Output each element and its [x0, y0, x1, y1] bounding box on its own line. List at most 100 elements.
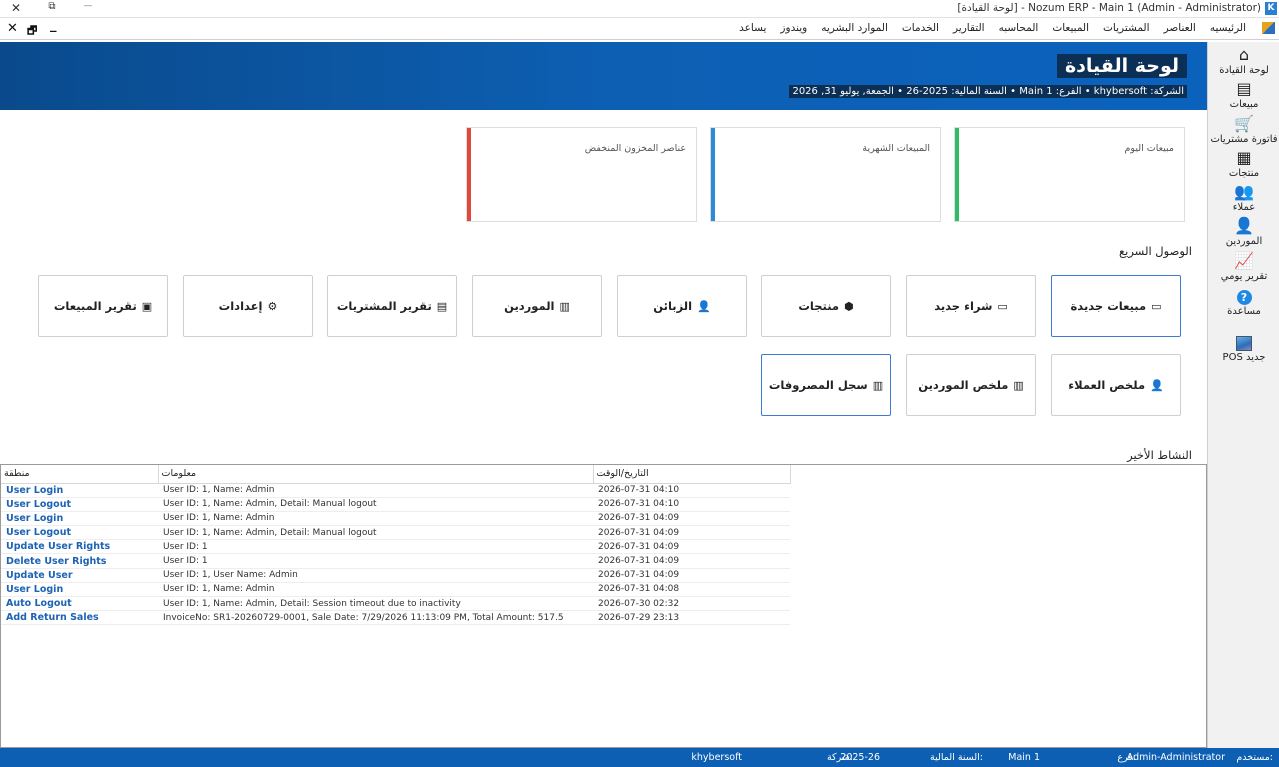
sidebar-item-label: مساعدة: [1227, 306, 1261, 317]
menu-app-icon[interactable]: [1262, 22, 1275, 34]
activity-table: منطقة معلومات التاريخ/الوقت User Login Us…: [1, 465, 791, 626]
sidebar-item[interactable]: 👥 عملاء: [1208, 183, 1279, 214]
column-header-datetime[interactable]: التاريخ/الوقت: [593, 465, 791, 484]
menu-item[interactable]: المبيعات: [1052, 22, 1089, 34]
table-row[interactable]: Add Return Sales InvoiceNo: SR1-20260729-…: [1, 610, 790, 626]
row-area: User Logout: [1, 497, 158, 512]
box-icon: ⬢: [844, 299, 854, 313]
quick-access-label: سجل المصروفات: [768, 378, 868, 392]
quick-access-button[interactable]: ▥ الموردين: [472, 275, 602, 337]
status-user-label: مستخدم:: [1236, 752, 1273, 763]
quick-access-button[interactable]: ⬢ منتجات: [761, 275, 891, 337]
quick-access-label: الموردين: [504, 299, 555, 313]
quick-access-label: ملخص الموردين: [918, 378, 1009, 392]
table-row[interactable]: User Logout User ID: 1, Name: Admin, Deta…: [1, 497, 790, 512]
quick-access-label: تقرير المبيعات: [53, 299, 137, 313]
sales-card-icon: ▭: [1151, 299, 1162, 313]
quick-access-button[interactable]: ▣ تقرير المبيعات: [38, 275, 168, 337]
row-info: User ID: 1, Name: Admin, Detail: Manual …: [158, 497, 593, 512]
row-datetime: 2026-07-30 02:32: [593, 596, 790, 612]
table-row[interactable]: Delete User Rights User ID: 1 2026-07-31 0…: [1, 553, 790, 569]
stat-card-monthly-sales[interactable]: المبيعات الشهرية: [710, 127, 941, 222]
column-header-area[interactable]: منطقة: [1, 465, 159, 484]
quick-access-button[interactable]: ▭ شراء جديد: [906, 275, 1036, 337]
stat-card-low-stock[interactable]: عناصر المخزون المنخفض: [466, 127, 697, 222]
main-menu: الرئيسيه العناصر المشتريات المبيعات المحاسبه…: [739, 22, 1275, 34]
quick-access-button[interactable]: ▥ ملخص الموردين: [906, 354, 1036, 416]
quick-access-label: إعدادات: [218, 299, 263, 313]
sidebar-item-label: منتجات: [1228, 168, 1260, 179]
sidebar-item[interactable]: 📈 تقرير يومي: [1208, 252, 1279, 283]
row-info: User ID: 1, Name: Admin, Detail: Session…: [158, 596, 593, 612]
sidebar-item[interactable]: POS جديد: [1208, 334, 1279, 363]
menu-item[interactable]: المشتريات: [1103, 22, 1150, 34]
home-icon: ⌂: [1238, 45, 1250, 64]
menu-item[interactable]: الموارد البشريه: [821, 22, 888, 34]
app-window: ✕ ⧉ — Nozum ERP - Main 1 (Admin - Admini…: [0, 0, 1279, 767]
table-row[interactable]: Update User User ID: 1, User Name: Admin 2…: [1, 568, 790, 583]
activity-grid[interactable]: منطقة معلومات التاريخ/الوقت User Login Us…: [0, 464, 1207, 748]
row-info: User ID: 1: [158, 553, 593, 569]
row-info: User ID: 1, Name: Admin: [158, 483, 593, 498]
menu-item[interactable]: الرئيسيه: [1210, 22, 1246, 34]
table-row[interactable]: Auto Logout User ID: 1, Name: Admin, Deta…: [1, 596, 790, 612]
help-icon: ?: [1236, 290, 1252, 305]
row-datetime: 2026-07-31 04:10: [593, 497, 790, 512]
menu-item[interactable]: ويندوز: [780, 22, 807, 34]
supplier-icon: 👤: [1234, 216, 1254, 235]
sidebar-item[interactable]: ▦ منتجات: [1208, 148, 1279, 180]
purchase-report-icon: ▤: [436, 299, 448, 313]
basket-icon: ▦: [1236, 148, 1252, 167]
row-datetime: 2026-07-31 04:10: [593, 483, 790, 498]
sidebar-item-label: POS جديد: [1222, 352, 1266, 363]
sidebar-item[interactable]: 👤 الموردين: [1208, 216, 1279, 248]
purchase-card-icon: ▭: [997, 299, 1008, 313]
menu-item[interactable]: يساعد: [739, 22, 766, 34]
quick-access-button[interactable]: 👤 ملخص العملاء: [1051, 354, 1181, 416]
status-branch-value: Main 1: [1008, 752, 1040, 763]
sidebar-item[interactable]: ▤ مبيعات: [1208, 80, 1279, 111]
menu-item[interactable]: العناصر: [1164, 22, 1196, 34]
menu-item[interactable]: المحاسبه: [999, 22, 1039, 34]
suppliers-icon: ▥: [559, 299, 570, 313]
quick-access-button[interactable]: ⚙ إعدادات: [183, 275, 313, 337]
stat-stripe: [955, 128, 959, 221]
table-row[interactable]: User Login User ID: 1, Name: Admin 2026-07…: [1, 582, 790, 598]
quick-access-button[interactable]: ▤ تقرير المشتريات: [327, 275, 457, 337]
window-close-button[interactable]: ✕: [7, 1, 25, 15]
recent-activity-title: النشاط الأخير: [1127, 448, 1192, 462]
table-row[interactable]: Update User Rights User ID: 1 2026-07-31 0…: [1, 539, 790, 555]
table-row[interactable]: User Login User ID: 1, Name: Admin 2026-07…: [1, 483, 790, 498]
row-info: InvoiceNo: SR1-20260729-0001, Sale Date:…: [158, 610, 593, 626]
quick-access-button[interactable]: ▭ مبيعات جديدة: [1051, 275, 1181, 337]
mdi-minimize-button[interactable]: _: [50, 18, 57, 33]
status-branch-label: فرع:: [1117, 752, 1136, 763]
quick-access-label: الزبائن: [653, 299, 693, 313]
mdi-close-button[interactable]: ✕: [7, 21, 18, 36]
sidebar-item[interactable]: ? مساعدة: [1208, 288, 1279, 317]
mdi-restore-button[interactable]: 🗗: [27, 22, 37, 41]
row-area: Add Return Sales: [1, 610, 158, 626]
quick-access-title: الوصول السريع: [1119, 244, 1192, 258]
window-minimize-button[interactable]: —: [79, 1, 97, 11]
row-area: Update User Rights: [1, 539, 158, 555]
quick-access-button[interactable]: ▥ سجل المصروفات: [761, 354, 891, 416]
stat-card-today-sales[interactable]: مبيعات اليوم: [954, 127, 1185, 222]
row-datetime: 2026-07-31 04:09: [593, 568, 790, 583]
row-datetime: 2026-07-31 04:09: [593, 553, 790, 569]
table-row[interactable]: User Logout User ID: 1, Name: Admin, Deta…: [1, 525, 790, 541]
menu-item[interactable]: التقارير: [953, 22, 985, 34]
quick-access-button[interactable]: 👤 الزبائن: [617, 275, 747, 337]
customer-summary-icon: 👤: [1150, 378, 1164, 392]
table-row[interactable]: User Login User ID: 1, Name: Admin 2026-07…: [1, 511, 790, 527]
app-logo-icon: K: [1265, 2, 1277, 15]
window-restore-button[interactable]: ⧉: [43, 1, 61, 12]
sidebar-item[interactable]: 🛒 فاتورة مشتريات: [1208, 115, 1279, 146]
column-header-info[interactable]: معلومات: [158, 465, 594, 484]
row-datetime: 2026-07-31 04:09: [593, 539, 790, 555]
sidebar-item[interactable]: ⌂ لوحة القيادة: [1208, 45, 1279, 77]
sidebar-item-label: لوحة القيادة: [1219, 65, 1269, 76]
menu-item[interactable]: الخدمات: [902, 22, 939, 34]
quick-access-label: مبيعات جديدة: [1070, 299, 1147, 313]
sidebar-item-label: مبيعات: [1229, 99, 1259, 110]
